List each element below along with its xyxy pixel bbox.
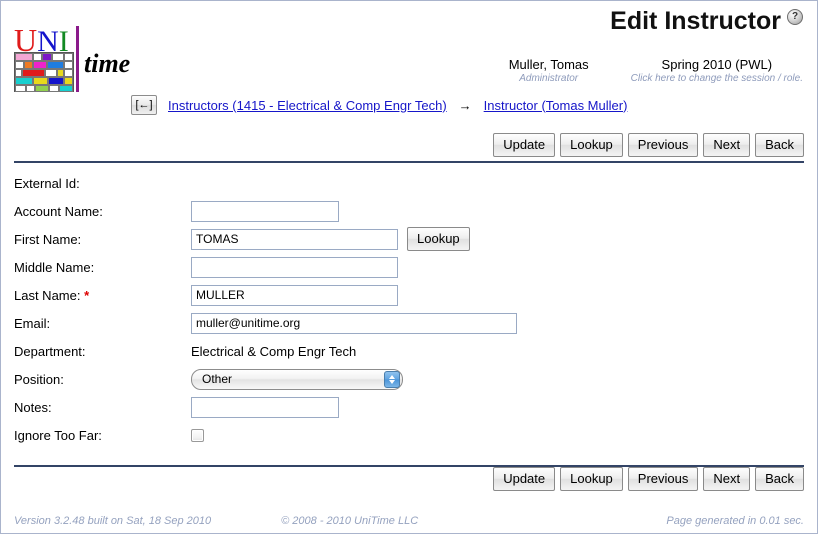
row-first-name: First Name: Lookup [14, 225, 614, 253]
row-external-id: External Id: [14, 169, 614, 197]
notes-input[interactable] [191, 396, 339, 418]
page-title: Edit Instructor [610, 7, 781, 35]
last-name-input[interactable] [191, 284, 398, 306]
logo-time-text: time [84, 49, 131, 78]
back-button-top[interactable]: Back [755, 133, 804, 157]
breadcrumb-back-button[interactable]: [←] [131, 95, 157, 115]
email-input[interactable] [191, 312, 517, 334]
edit-instructor-page: UNI time Edit Instructor ? Muller, Tomas… [0, 0, 818, 534]
breadcrumb: [←] Instructors (1415 - Electrical & Com… [131, 95, 627, 115]
row-last-name: Last Name: * [14, 281, 614, 309]
label-ignore-too-far: Ignore Too Far: [14, 427, 102, 443]
bottom-button-bar: Update Lookup Previous Next Back [493, 467, 804, 491]
footer-copyright: © 2008 - 2010 UniTime LLC [281, 515, 419, 527]
next-button-bottom[interactable]: Next [703, 467, 751, 491]
row-email: Email: [14, 309, 614, 337]
label-notes: Notes: [14, 399, 52, 415]
label-first-name: First Name: [14, 231, 82, 247]
previous-button-bottom[interactable]: Previous [627, 467, 699, 491]
session-name: Spring 2010 (PWL) [661, 57, 773, 72]
help-icon[interactable]: ? [787, 9, 803, 25]
session-block: Spring 2010 (PWL) Click here to change t… [631, 57, 803, 85]
lookup-button-top[interactable]: Lookup [560, 133, 623, 157]
ignore-too-far-checkbox[interactable] [191, 428, 204, 442]
user-name: Muller, Tomas [508, 57, 589, 72]
user-session-info: Muller, Tomas Administrator Spring 2010 … [509, 57, 803, 85]
divider-top [14, 161, 804, 163]
first-name-input[interactable] [191, 228, 398, 250]
row-middle-name: Middle Name: [14, 253, 614, 281]
logo-timetable-grid [14, 52, 74, 92]
required-marker-last-name: * [84, 287, 90, 303]
back-button-bottom[interactable]: Back [755, 467, 804, 491]
label-external-id: External Id: [14, 175, 80, 191]
label-middle-name: Middle Name: [14, 259, 95, 275]
top-button-bar: Update Lookup Previous Next Back [493, 133, 804, 157]
breadcrumb-item-instructors[interactable]: Instructors (1415 - Electrical & Comp En… [168, 98, 447, 113]
row-notes: Notes: [14, 393, 614, 421]
middle-name-input[interactable] [191, 256, 398, 278]
label-position: Position: [14, 371, 64, 387]
breadcrumb-item-instructor[interactable]: Instructor (Tomas Muller) [484, 98, 628, 113]
lookup-button-bottom[interactable]: Lookup [560, 467, 623, 491]
previous-button-top[interactable]: Previous [627, 133, 699, 157]
page-header: UNI time Edit Instructor ? Muller, Tomas… [1, 1, 817, 93]
user-role[interactable]: Administrator [509, 72, 589, 85]
footer-version: Version 3.2.48 built on Sat, 18 Sep 2010 [14, 515, 212, 527]
row-ignore-too-far: Ignore Too Far: [14, 421, 614, 449]
update-button-top[interactable]: Update [493, 133, 556, 157]
footer-generated-time: Page generated in 0.01 sec. [666, 515, 804, 527]
logo-divider-bar [76, 26, 79, 92]
label-department: Department: [14, 343, 86, 359]
row-position: Position: Other [14, 365, 614, 393]
row-account-name: Account Name: [14, 197, 614, 225]
label-email: Email: [14, 315, 51, 331]
page-footer: Version 3.2.48 built on Sat, 18 Sep 2010… [14, 515, 804, 527]
breadcrumb-separator-arrow: → [458, 97, 472, 113]
label-account-name: Account Name: [14, 203, 103, 219]
lookup-button-first-name[interactable]: Lookup [407, 227, 470, 251]
instructor-form: External Id: Account Name: First Name: L… [14, 169, 614, 449]
row-department: Department: Electrical & Comp Engr Tech [14, 337, 614, 365]
next-button-top[interactable]: Next [703, 133, 751, 157]
unitime-logo: UNI time [14, 24, 132, 93]
position-select-value[interactable]: Other [191, 368, 403, 390]
account-name-input[interactable] [191, 200, 339, 222]
user-block: Muller, Tomas Administrator [509, 57, 589, 85]
label-last-name-text: Last Name: [14, 287, 81, 303]
chevron-updown-icon[interactable] [384, 370, 400, 388]
value-department: Electrical & Comp Engr Tech [191, 343, 357, 359]
update-button-bottom[interactable]: Update [493, 467, 556, 491]
session-change-hint[interactable]: Click here to change the session / role. [631, 72, 803, 85]
position-select[interactable]: Other [191, 368, 403, 390]
label-last-name: Last Name: * [14, 288, 191, 303]
